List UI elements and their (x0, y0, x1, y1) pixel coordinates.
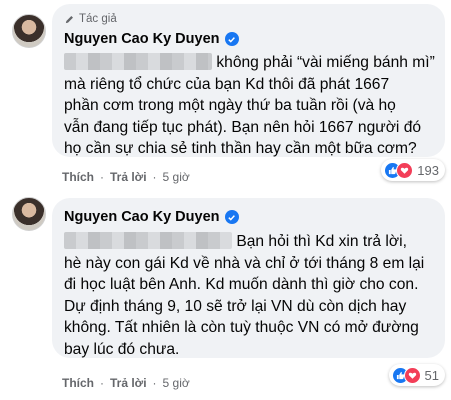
author-badge-label: Tác giả (79, 13, 117, 25)
verified-badge-icon (224, 210, 239, 224)
separator: · (152, 376, 157, 390)
separator: · (100, 170, 104, 184)
timestamp[interactable]: 5 giờ (163, 376, 190, 390)
avatar[interactable] (12, 197, 46, 231)
comment-bubble: Nguyen Cao Ky Duyen Bạn hỏi thì Kd xin t… (52, 198, 445, 358)
reply-button[interactable]: Trả lời (110, 170, 147, 184)
reaction-summary[interactable]: 51 (388, 364, 445, 386)
verified-badge-icon (224, 32, 239, 46)
comment: Tác giả Nguyen Cao Ky Duyen không phải “… (0, 0, 451, 190)
author-badge: Tác giả (64, 13, 117, 25)
like-button[interactable]: Thích (62, 376, 94, 390)
comment-line: Bạn hỏi thì Kd xin trả lời, (236, 233, 407, 250)
author-name[interactable]: Nguyen Cao Ky Duyen (64, 31, 220, 47)
comment-text: không phải “vài miếng bánh mì” mà riêng … (64, 52, 436, 160)
heart-icon (396, 161, 414, 179)
comment-line: không phải “vài miếng bánh mì” (216, 54, 435, 71)
comment: Nguyen Cao Ky Duyen Bạn hỏi thì Kd xin t… (0, 190, 451, 400)
comment-bubble: Tác giả Nguyen Cao Ky Duyen không phải “… (52, 4, 445, 157)
comment-line: bay lúc đó chưa. (64, 340, 180, 358)
comment-line: Dự định tháng 9, 10 sẽ trở lại VN dù còn… (64, 297, 407, 315)
avatar[interactable] (12, 14, 46, 48)
comment-line: mà riêng tổ chức của bạn Kd thôi đã phát… (64, 75, 390, 93)
comment-actions: Thích · Trả lời · 5 giờ (62, 170, 190, 184)
reaction-count: 51 (424, 367, 439, 383)
author-name[interactable]: Nguyen Cao Ky Duyen (64, 209, 220, 225)
comment-line: phần cơm trong một ngày thứ ba tuần rồi … (64, 97, 396, 114)
reaction-summary[interactable]: 193 (381, 159, 445, 181)
timestamp[interactable]: 5 giờ (163, 170, 190, 184)
comment-line: đi học luật bên Anh. Kd muốn dành thì gi… (64, 276, 419, 293)
reply-button[interactable]: Trả lời (110, 376, 147, 390)
comment-text: Bạn hỏi thì Kd xin trả lời, hè này con g… (64, 231, 436, 360)
comment-line: không. Tất nhiên là còn tuỳ thuộc VN có … (64, 319, 419, 336)
pen-icon (65, 15, 73, 23)
comment-line: họ cần sự chia sẻ tinh thần hay cần một … (64, 140, 417, 157)
comment-line: hè này con gái Kd về nhà và chỉ ở tới th… (64, 254, 425, 272)
heart-icon (403, 366, 421, 384)
redacted-text (64, 53, 212, 70)
comment-actions: Thích · Trả lời · 5 giờ (62, 376, 190, 390)
like-button[interactable]: Thích (62, 170, 94, 184)
comment-line: vẫn đang tiếp tục phát). Bạn nên hỏi 166… (64, 118, 422, 136)
separator: · (152, 170, 157, 184)
separator: · (100, 376, 104, 390)
redacted-text (64, 232, 232, 249)
reaction-count: 193 (417, 162, 439, 178)
